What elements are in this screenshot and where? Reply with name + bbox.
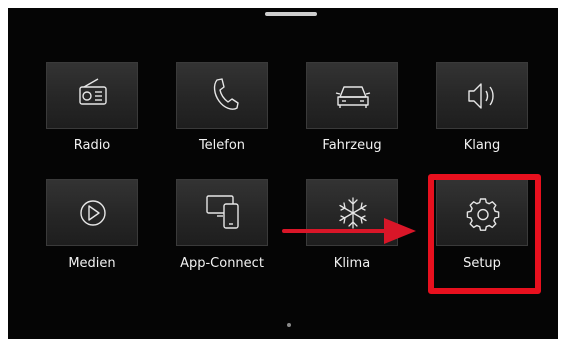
speaker-icon [468,83,494,109]
car-icon [335,86,371,108]
setup-highlight-box [428,174,541,294]
radio-tile[interactable] [46,62,138,129]
klang-label: Klang [463,138,501,153]
app-connect-tile[interactable] [176,179,268,246]
page-indicator-dot [287,323,291,327]
app-connect-icon [206,195,239,229]
app-connect-label: App-Connect [180,256,264,271]
play-icon [80,200,106,226]
annotation-arrow [282,218,416,244]
pull-down-handle[interactable] [265,12,317,16]
medien-tile[interactable] [46,179,138,246]
phone-icon [213,78,239,110]
fahrzeug-tile[interactable] [306,62,398,129]
telefon-tile[interactable] [176,62,268,129]
radio-label: Radio [73,138,111,153]
klang-tile[interactable] [436,62,528,129]
fahrzeug-label: Fahrzeug [322,138,382,153]
telefon-label: Telefon [198,138,246,153]
klima-label: Klima [333,256,371,271]
medien-label: Medien [68,256,116,271]
radio-icon [79,78,107,105]
